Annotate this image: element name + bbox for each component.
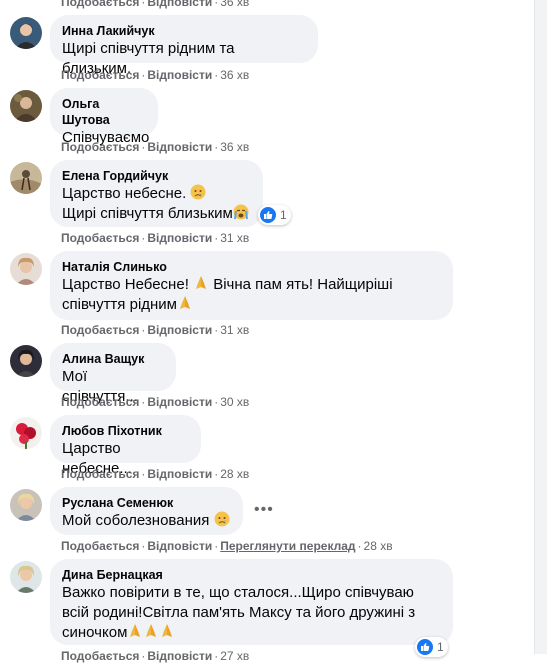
comment-actions: Подобається · Відповісти · 27 хв — [61, 649, 250, 663]
timestamp[interactable]: 31 хв — [220, 323, 249, 337]
reply-link[interactable]: Відповісти — [147, 323, 212, 337]
more-options-icon[interactable]: ••• — [254, 501, 274, 519]
timestamp[interactable]: 36 хв — [220, 68, 249, 82]
crying-face-icon — [214, 511, 230, 527]
folded-hands-icon — [130, 624, 141, 637]
folded-hands-icon — [146, 624, 157, 637]
avatar[interactable] — [10, 253, 42, 285]
comment-text: всій родині!Світла пам'ять Максу та його… — [62, 604, 416, 621]
timestamp[interactable]: 36 хв — [220, 0, 249, 9]
avatar[interactable] — [10, 162, 42, 194]
comment-text: Важко повірити в те, що сталося...Щиро с… — [62, 584, 414, 601]
comment-actions: Подобається · Відповісти · 36 хв — [61, 68, 250, 82]
avatar[interactable] — [10, 345, 42, 377]
comment-bubble: Елена Гордийчук Царство небесне. Щирі сп… — [50, 160, 263, 227]
comment-actions: Подобається · Відповісти · 36 хв — [61, 140, 250, 154]
comment-bubble: Руслана Семенюк Мой соболезнования — [50, 487, 243, 535]
comment-text: Мой соболезнования — [62, 511, 231, 531]
like-link[interactable]: Подобається — [61, 323, 139, 337]
comment-actions: Подобається · Відповісти · 30 хв — [61, 395, 250, 409]
avatar[interactable] — [10, 90, 42, 122]
see-translation-link[interactable]: Переглянути переклад — [220, 539, 355, 553]
timestamp[interactable]: 31 хв — [220, 231, 249, 245]
author-name[interactable]: Наталія Слинько — [62, 259, 441, 275]
comment-bubble: Любов Піхотник Царство небесне... — [50, 415, 201, 477]
author-name[interactable]: Любов Піхотник — [62, 423, 189, 439]
scrollbar[interactable] — [534, 0, 547, 654]
author-name[interactable]: Дина Бернацкая — [62, 567, 441, 583]
timestamp[interactable]: 27 хв — [220, 649, 249, 663]
comment-actions: Подобається · Відповісти · 28 хв — [61, 467, 250, 481]
comment-bubble: Дина Бернацкая Важко повірити в те, що с… — [50, 559, 453, 645]
reaction-count[interactable]: 1 — [415, 637, 448, 657]
comment-actions: Подобається · Відповісти · 36 хв — [61, 0, 249, 10]
comment-actions: Подобається · Відповісти · 31 хв — [61, 323, 250, 337]
reply-link[interactable]: Відповісти — [147, 140, 212, 154]
reply-link[interactable]: Відповісти — [147, 539, 212, 553]
reply-link[interactable]: Відповісти — [147, 0, 212, 9]
reply-link[interactable]: Відповісти — [147, 68, 212, 82]
avatar[interactable] — [10, 17, 42, 49]
comment-actions: Подобається · Відповісти · Переглянути перек… — [61, 539, 393, 553]
like-link[interactable]: Подобається — [61, 649, 139, 663]
comment-text: синочком — [62, 623, 441, 643]
folded-hands-icon — [162, 624, 173, 637]
reply-link[interactable]: Відповісти — [147, 231, 212, 245]
reaction-count[interactable]: 1 — [258, 205, 291, 225]
timestamp[interactable]: 28 хв — [364, 539, 393, 553]
reply-link[interactable]: Відповісти — [147, 467, 212, 481]
avatar[interactable] — [10, 417, 42, 449]
crying-face-icon — [190, 184, 206, 200]
loudly-crying-face-icon — [233, 204, 249, 220]
folded-hands-icon — [196, 276, 207, 289]
comment-bubble: Алина Ващук Мої співчуття... — [50, 343, 176, 405]
like-link[interactable]: Подобається — [61, 0, 139, 9]
like-link[interactable]: Подобається — [61, 68, 139, 82]
comment-text: Щирі співчуття близьким — [62, 204, 251, 224]
reply-link[interactable]: Відповісти — [147, 395, 212, 409]
like-link[interactable]: Подобається — [61, 395, 139, 409]
reply-link[interactable]: Відповісти — [147, 649, 212, 663]
like-link[interactable]: Подобається — [61, 231, 139, 245]
like-link[interactable]: Подобається — [61, 539, 139, 553]
folded-hands-icon — [180, 296, 190, 309]
comment-text: співчуття рідним — [62, 295, 441, 315]
comment-text: Царство небесне. — [62, 184, 251, 204]
avatar[interactable] — [10, 489, 42, 521]
comment-bubble: Наталія Слинько Царство Небесне! Вічна п… — [50, 251, 453, 320]
avatar[interactable] — [10, 561, 42, 593]
like-reaction-icon — [260, 207, 276, 223]
comment-text: Царство Небесне! Вічна пам ять! Найщиріш… — [62, 276, 393, 293]
comment-actions: Подобається · Відповісти · 31 хв — [61, 231, 250, 245]
like-reaction-icon — [417, 639, 433, 655]
like-link[interactable]: Подобається — [61, 140, 139, 154]
author-name[interactable]: Руслана Семенюк — [62, 495, 231, 511]
author-name[interactable]: Инна Лакийчук — [62, 23, 306, 39]
comment-bubble: Ольга Шутова Співчуваємо — [50, 88, 158, 146]
comment-bubble: Инна Лакийчук Щирі співчуття рідним та б… — [50, 15, 318, 77]
timestamp[interactable]: 30 хв — [220, 395, 249, 409]
author-name[interactable]: Елена Гордийчук — [62, 168, 251, 184]
like-link[interactable]: Подобається — [61, 467, 139, 481]
timestamp[interactable]: 36 хв — [220, 140, 249, 154]
author-name[interactable]: Ольга Шутова — [62, 96, 146, 128]
author-name[interactable]: Алина Ващук — [62, 351, 164, 367]
timestamp[interactable]: 28 хв — [220, 467, 249, 481]
